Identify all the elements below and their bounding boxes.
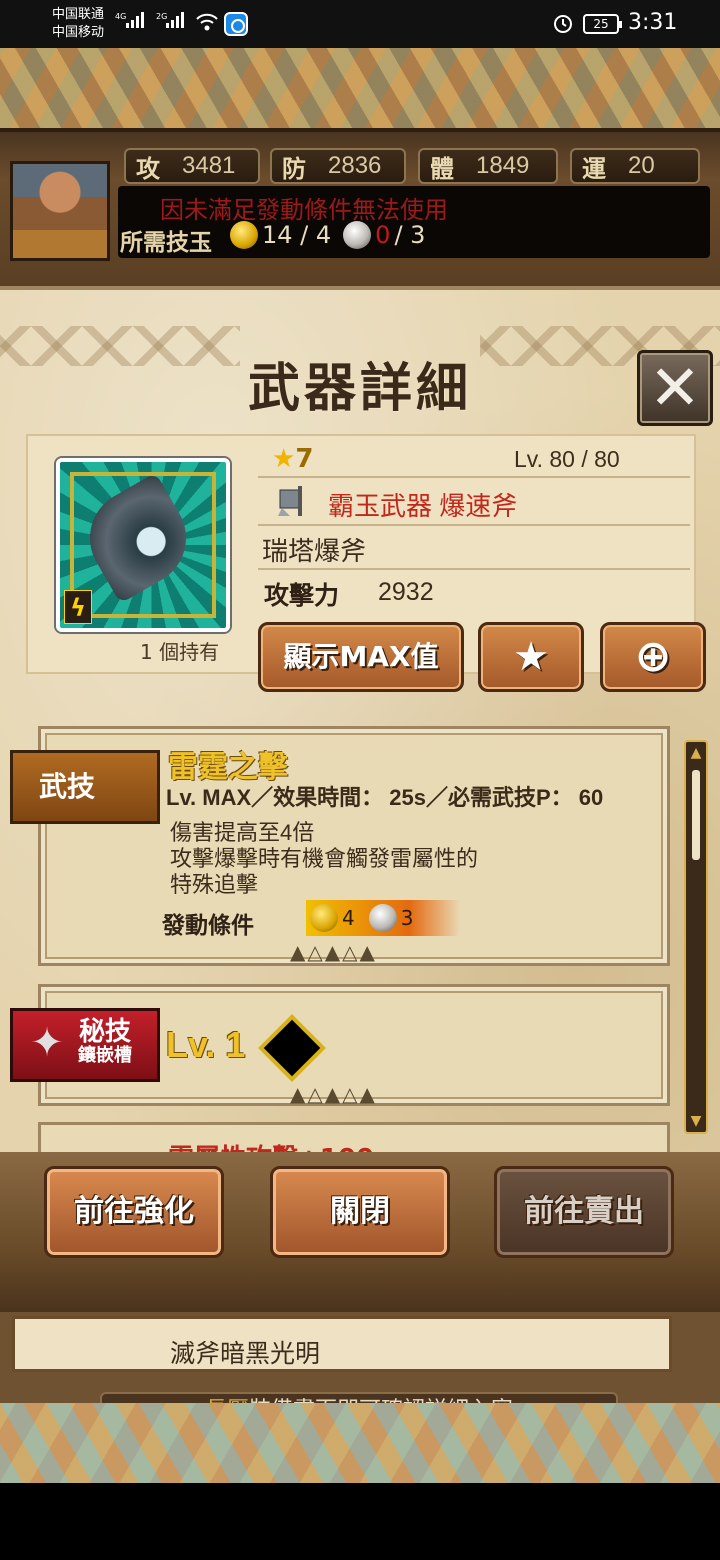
dark-orb-icon bbox=[343, 221, 372, 249]
next-skill-name: 雷屬性攻擊+100 bbox=[168, 1138, 374, 1152]
skill-description: 傷害提高至4倍 攻擊爆擊時有機會觸發雷屬性的 特殊追擊 bbox=[170, 820, 478, 898]
weapon-type-icon bbox=[278, 486, 302, 516]
activation-error-text: 因未滿足發動條件無法使用 bbox=[160, 197, 448, 224]
hunter-portrait bbox=[10, 161, 110, 261]
required-orbs: 14 / 4 0 / 3 bbox=[230, 221, 425, 249]
secret-skill-level: Lv. 1 bbox=[166, 1024, 246, 1065]
weapon-detail-dialog: 武器詳細 ✕ ϟ 1 個持有 ★7 Lv. 80 / 80 霸玉武器 爆速斧 瑞… bbox=[0, 286, 720, 1428]
game-screen: 攻 3481 防 2836 體 1849 運 20 因未滿足發動條件無法使用 所需技玉 … bbox=[0, 48, 720, 1483]
background-tapestry-top bbox=[0, 48, 720, 130]
go-enhance-button[interactable]: 前往強化 bbox=[44, 1166, 224, 1258]
weapon-name: 瑞塔爆斧 bbox=[262, 536, 367, 566]
weapon-level: Lv. 80 / 80 bbox=[514, 446, 620, 472]
close-button[interactable]: ✕ bbox=[637, 350, 713, 426]
skill-desc-line: 攻擊爆擊時有機會觸發雷屬性的 bbox=[170, 846, 479, 871]
close-dialog-button[interactable]: 關閉 bbox=[270, 1166, 450, 1258]
thunder-element-icon: ϟ bbox=[64, 590, 92, 624]
clock: 3:31 bbox=[628, 10, 678, 35]
go-sell-button[interactable]: 前往賣出 bbox=[494, 1166, 674, 1258]
background-list-item[interactable] bbox=[12, 1316, 672, 1372]
dark-orb-icon bbox=[368, 904, 397, 932]
required-orbs-label: 所需技玉 bbox=[120, 230, 212, 256]
background-tapestry-bottom bbox=[0, 1403, 720, 1483]
stat-health: 體 1849 bbox=[418, 148, 558, 184]
dark-orb-have: 0 bbox=[375, 221, 391, 249]
skill-desc-line: 特殊追擊 bbox=[170, 872, 259, 897]
attack-label: 攻擊力 bbox=[264, 581, 340, 610]
weapon-skill-tag: 武技 bbox=[10, 750, 160, 824]
weapon-type: 霸玉武器 爆速斧 bbox=[328, 491, 518, 521]
thunder-orb-needed: 4 bbox=[342, 906, 355, 930]
dark-orb-need: / 3 bbox=[394, 221, 426, 249]
divider bbox=[258, 476, 690, 478]
scroll-thumb[interactable] bbox=[692, 770, 700, 860]
dark-orb-needed: 3 bbox=[400, 906, 414, 930]
rarity: ★7 bbox=[272, 444, 313, 474]
background-item-name: 滅斧暗黑光明 bbox=[170, 1340, 321, 1368]
divider bbox=[258, 568, 690, 570]
favorite-button[interactable]: ★ bbox=[478, 622, 584, 692]
network-type-1: 4G bbox=[115, 12, 127, 21]
secret-tag-bottom: 鑲嵌槽 bbox=[78, 1045, 132, 1066]
thunder-orb-icon bbox=[230, 221, 258, 249]
carrier-1: 中国联通 bbox=[52, 7, 105, 22]
show-max-button[interactable]: 顯示MAX值 bbox=[258, 622, 464, 692]
signal-icon bbox=[126, 12, 144, 28]
signal-icon-2 bbox=[166, 12, 184, 28]
battery-icon: 25 bbox=[583, 14, 622, 34]
activation-condition-label: 發動條件 bbox=[162, 913, 254, 939]
scrollbar[interactable]: ▲ ▼ bbox=[684, 740, 708, 1134]
stat-defense: 防 2836 bbox=[270, 148, 406, 184]
thunder-orb-count: 14 / 4 bbox=[262, 221, 332, 249]
scroll-down-icon[interactable]: ▼ bbox=[688, 1112, 704, 1130]
rarity-value: 7 bbox=[295, 444, 314, 474]
owned-count: 1 個持有 bbox=[140, 640, 220, 664]
status-bar: 中国联通 中国移动 4G 2G 25 3:31 bbox=[0, 0, 720, 48]
activation-condition: 4 3 bbox=[306, 900, 478, 936]
divider bbox=[258, 524, 690, 526]
carrier-names: 中国联通 中国移动 bbox=[52, 6, 104, 42]
carrier-2: 中国移动 bbox=[52, 25, 105, 40]
stat-attack: 攻 3481 bbox=[124, 148, 260, 184]
secret-tag-top: 秘技 bbox=[78, 1017, 131, 1047]
app-notification-icon bbox=[224, 12, 248, 36]
attack-value: 2932 bbox=[378, 578, 434, 606]
wifi-icon bbox=[196, 13, 218, 31]
thunder-orb-icon bbox=[310, 904, 338, 932]
add-button[interactable]: ⊕ bbox=[600, 622, 706, 692]
weapon-thumbnail[interactable]: ϟ bbox=[56, 458, 230, 632]
compass-star-icon: ✦ bbox=[30, 1020, 64, 1066]
page-dots: ▲△▲△▲ bbox=[290, 1082, 377, 1106]
scroll-up-icon[interactable]: ▲ bbox=[688, 744, 704, 762]
skill-desc-line: 傷害提高至4倍 bbox=[170, 820, 315, 845]
alarm-icon bbox=[554, 15, 572, 33]
secret-skill-tag: ✦ 秘技 鑲嵌槽 bbox=[10, 1008, 160, 1082]
page-dots: ▲△▲△▲ bbox=[290, 940, 377, 964]
star-icon: ★ bbox=[272, 444, 296, 474]
stat-luck: 運 20 bbox=[570, 148, 700, 184]
dialog-title: 武器詳細 bbox=[247, 361, 472, 418]
skill-meta: Lv. MAX／效果時間： 25s／必需武技P： 60 bbox=[166, 785, 604, 810]
